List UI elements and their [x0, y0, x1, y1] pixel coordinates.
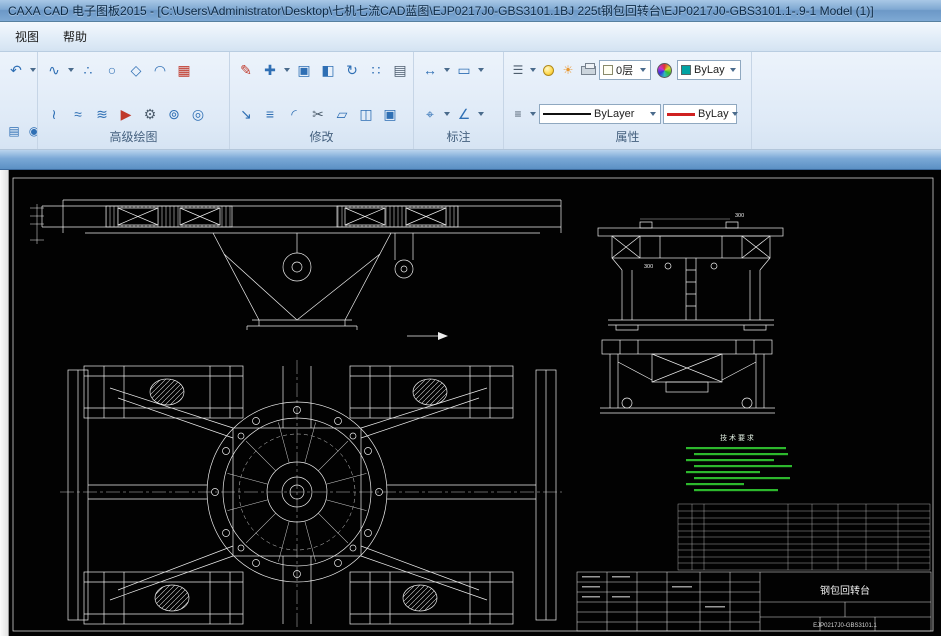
title-bar[interactable]: CAXA CAD 电子图板2015 - [C:\Users\Administra…	[0, 0, 941, 22]
color-select-value: ByLay	[694, 64, 725, 76]
rotate-icon[interactable]: ↻	[341, 59, 363, 81]
array-icon[interactable]: ∷	[365, 59, 387, 81]
linetype-preview	[543, 113, 591, 115]
ribbon-group-properties: ☰ ☀ 0层 ByLay ≡ ByLayer ByLay 属性	[504, 52, 752, 149]
linetype-select[interactable]: ByLayer	[539, 104, 661, 124]
notes-title: 技 术 要 求	[720, 433, 754, 442]
format-brush-icon[interactable]: ✎	[235, 59, 257, 81]
trim-icon[interactable]: ✂	[307, 103, 329, 125]
ribbon-group-quick: ↶ ▤ ◉	[0, 52, 38, 149]
text-box-icon[interactable]: ▭	[453, 59, 475, 81]
group-label-advanced: 高级绘图	[109, 130, 158, 144]
layer-select-value: 0层	[616, 65, 634, 77]
layer-select[interactable]: 0层	[599, 60, 651, 80]
camera-icon[interactable]: ◉	[25, 120, 37, 142]
chevron-down-icon[interactable]	[730, 68, 736, 72]
app-window: CAXA CAD 电子图板2015 - [C:\Users\Administra…	[0, 0, 941, 636]
group-label-dimension: 标注	[446, 130, 471, 144]
stretch-icon[interactable]: ↘	[235, 103, 257, 125]
fillet-icon[interactable]: ◜	[283, 103, 305, 125]
ribbon-empty-area	[752, 52, 941, 149]
offset-icon[interactable]: ≡	[259, 103, 281, 125]
undo-icon[interactable]: ↶	[5, 59, 27, 81]
paste-icon[interactable]: ▱	[331, 103, 353, 125]
arc-icon[interactable]: ◠	[149, 59, 171, 81]
menu-view[interactable]: 视图	[3, 23, 51, 50]
chevron-down-icon[interactable]	[640, 68, 646, 72]
chevron-down-icon[interactable]	[650, 112, 656, 116]
chevron-down-icon[interactable]	[478, 112, 484, 116]
sun-icon[interactable]: ☀	[559, 59, 577, 81]
chevron-down-icon[interactable]	[444, 68, 450, 72]
title-block-part-name: 钢包回转台	[820, 584, 870, 597]
color-swatch	[681, 65, 691, 75]
linewidth-preview	[667, 112, 695, 116]
table-icon[interactable]: ▦	[173, 59, 195, 81]
spline-icon[interactable]: ∿	[43, 59, 65, 81]
side-view-upper	[597, 218, 784, 331]
elevation-view	[30, 199, 562, 340]
parts-table	[677, 503, 931, 571]
chevron-down-icon[interactable]	[731, 112, 738, 116]
menu-help[interactable]: 帮助	[51, 23, 99, 50]
view-window-icon[interactable]: ▤	[5, 120, 23, 142]
curve-icon[interactable]: ≀	[43, 103, 65, 125]
ellipse-icon[interactable]: ○	[101, 59, 123, 81]
linewidth-select[interactable]: ByLay	[663, 104, 738, 124]
cad-drawing[interactable]: 技 术 要 求 钢包回转台 EJP0217J0-GBS3101.1 300 30…	[0, 170, 941, 636]
notes-lines	[686, 447, 792, 492]
zigzag-icon[interactable]: ≋	[91, 103, 113, 125]
linetype-select-value: ByLayer	[594, 108, 635, 120]
lightbulb-icon[interactable]	[539, 59, 557, 81]
menu-bar: 视图 帮助	[0, 22, 941, 52]
linear-dim-icon[interactable]: ↔	[419, 59, 441, 81]
dim-label-b: 300	[644, 264, 653, 270]
group-label-modify: 修改	[309, 130, 334, 144]
ole-object-icon[interactable]: ▣	[379, 103, 401, 125]
hole-axis-icon[interactable]: ⊚	[163, 103, 185, 125]
point-icon[interactable]: ∴	[77, 59, 99, 81]
arrow-icon[interactable]: ▶	[115, 103, 137, 125]
chevron-down-icon[interactable]	[444, 112, 450, 116]
ribbon: ↶ ▤ ◉ ∿ ∴ ○ ◇ ◠ ▦	[0, 52, 941, 150]
gear-icon[interactable]: ⚙	[139, 103, 161, 125]
side-view-lower	[600, 339, 775, 414]
plan-view	[60, 360, 562, 628]
polygon-icon[interactable]: ◇	[125, 59, 147, 81]
linetype-icon[interactable]: ≡	[509, 103, 527, 125]
title-block: 钢包回转台 EJP0217J0-GBS3101.1	[576, 571, 932, 632]
ribbon-group-modify: ✎ ✚ ▣ ◧ ↻ ∷ ▤ ↘ ≡ ◜ ✂ ▱ ◫ ▣ 修改	[230, 52, 414, 149]
title-block-drawing-number: EJP0217J0-GBS3101.1	[813, 623, 877, 629]
layer-swatch	[603, 65, 613, 75]
chevron-down-icon[interactable]	[30, 68, 36, 72]
move-icon[interactable]: ✚	[259, 59, 281, 81]
ribbon-group-dimension: ↔ ▭ ⌖ ∠ 标注	[414, 52, 504, 149]
detail-view-icon[interactable]: ◎	[187, 103, 209, 125]
drawing-canvas[interactable]: 技 术 要 求 钢包回转台 EJP0217J0-GBS3101.1 300 30…	[0, 170, 941, 636]
layers-icon[interactable]: ☰	[509, 59, 527, 81]
wave-icon[interactable]: ≈	[67, 103, 89, 125]
ribbon-group-advanced: ∿ ∴ ○ ◇ ◠ ▦ ≀ ≈ ≋ ▶ ⚙ ⊚ ◎ 高级绘图	[38, 52, 230, 149]
linewidth-select-value: ByLay	[698, 108, 729, 120]
pattern-icon[interactable]: ▤	[389, 59, 411, 81]
chevron-down-icon[interactable]	[530, 112, 536, 116]
group-label-quick	[0, 145, 37, 149]
color-select[interactable]: ByLay	[677, 60, 741, 80]
dim-label-a: 300	[735, 213, 744, 219]
coord-dim-icon[interactable]: ⌖	[419, 103, 441, 125]
chevron-down-icon[interactable]	[478, 68, 484, 72]
notes-block: 技 术 要 求	[686, 433, 792, 492]
chevron-down-icon[interactable]	[530, 68, 536, 72]
group-label-properties: 属性	[615, 130, 640, 144]
chevron-down-icon[interactable]	[68, 68, 74, 72]
color-wheel-icon[interactable]	[653, 59, 675, 81]
angle-dim-icon[interactable]: ∠	[453, 103, 475, 125]
workspace-top-strip	[0, 150, 941, 170]
mirror-icon[interactable]: ◧	[317, 59, 339, 81]
chevron-down-icon[interactable]	[284, 68, 290, 72]
window-title: CAXA CAD 电子图板2015 - [C:\Users\Administra…	[8, 4, 874, 18]
block-icon[interactable]: ◫	[355, 103, 377, 125]
printer-icon[interactable]	[579, 59, 597, 81]
copy-icon[interactable]: ▣	[293, 59, 315, 81]
